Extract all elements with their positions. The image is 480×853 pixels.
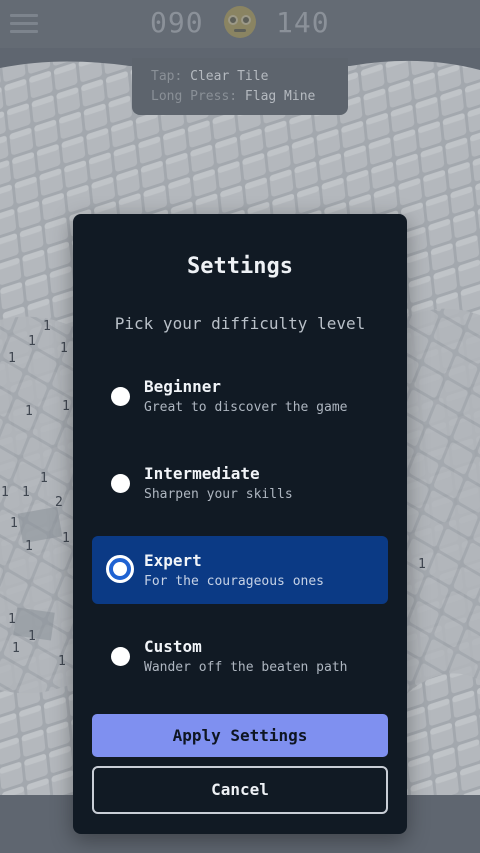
board-number: 1 — [60, 341, 68, 356]
hamburger-line — [10, 22, 38, 25]
face-mouth — [234, 29, 246, 32]
hint-long-press-key: Long Press: — [151, 89, 238, 104]
settings-dialog: Settings Pick your difficulty level Begi… — [73, 214, 407, 834]
difficulty-option-beginner[interactable]: Beginner Great to discover the game — [92, 362, 388, 430]
board-number: 1 — [25, 539, 33, 554]
board-number: 1 — [28, 629, 36, 644]
nerd-face-icon[interactable] — [224, 6, 256, 38]
board-number: 2 — [55, 495, 63, 510]
face-eye — [228, 15, 238, 25]
board-number: 1 — [43, 319, 51, 334]
option-description: For the courageous ones — [144, 574, 325, 589]
hamburger-line — [10, 14, 38, 17]
dialog-title: Settings — [187, 254, 293, 279]
apply-settings-button[interactable]: Apply Settings — [92, 714, 388, 757]
hint-tap-key: Tap: — [151, 69, 183, 84]
radio-button-selected[interactable] — [106, 555, 134, 583]
board-number: 1 — [8, 351, 16, 366]
option-label: Intermediate — [144, 464, 260, 483]
mine-counter: 090 — [150, 6, 204, 39]
timer: 140 — [276, 6, 330, 39]
option-label: Expert — [144, 551, 202, 570]
board-number: 1 — [418, 557, 426, 572]
radio-button[interactable] — [111, 474, 130, 493]
controls-hint: Tap: Clear Tile Long Press: Flag Mine — [132, 58, 348, 115]
board-number: 1 — [22, 485, 30, 500]
board-number: 1 — [1, 485, 9, 500]
hint-long-press-value: Flag Mine — [244, 89, 316, 104]
top-bar: 090 140 — [0, 0, 480, 48]
hint-long-press: Long Press: Flag Mine — [151, 87, 348, 107]
board-number: 1 — [12, 641, 20, 656]
dialog-subtitle: Pick your difficulty level — [114, 314, 366, 333]
board-number: 1 — [25, 404, 33, 419]
board-number: 1 — [58, 654, 66, 669]
radio-button[interactable] — [111, 647, 130, 666]
board-number: 1 — [8, 612, 16, 627]
option-description: Great to discover the game — [144, 400, 348, 415]
difficulty-option-expert[interactable]: Expert For the courageous ones — [92, 536, 388, 604]
hamburger-icon[interactable] — [10, 12, 40, 36]
hamburger-line — [10, 30, 38, 33]
difficulty-option-intermediate[interactable]: Intermediate Sharpen your skills — [92, 449, 388, 517]
board-number: 1 — [62, 531, 70, 546]
face-eye — [241, 15, 251, 25]
board-number: 1 — [40, 471, 48, 486]
cancel-button[interactable]: Cancel — [92, 766, 388, 814]
option-description: Wander off the beaten path — [144, 660, 348, 675]
option-label: Custom — [144, 637, 202, 656]
option-label: Beginner — [144, 377, 222, 396]
radio-button[interactable] — [111, 387, 130, 406]
hint-tap-value: Clear Tile — [190, 69, 269, 84]
board-number: 1 — [10, 516, 18, 531]
difficulty-option-custom[interactable]: Custom Wander off the beaten path — [92, 622, 388, 690]
hint-tap: Tap: Clear Tile — [151, 67, 348, 87]
board-number: 1 — [28, 334, 36, 349]
option-description: Sharpen your skills — [144, 487, 293, 502]
board-number: 1 — [62, 399, 70, 414]
